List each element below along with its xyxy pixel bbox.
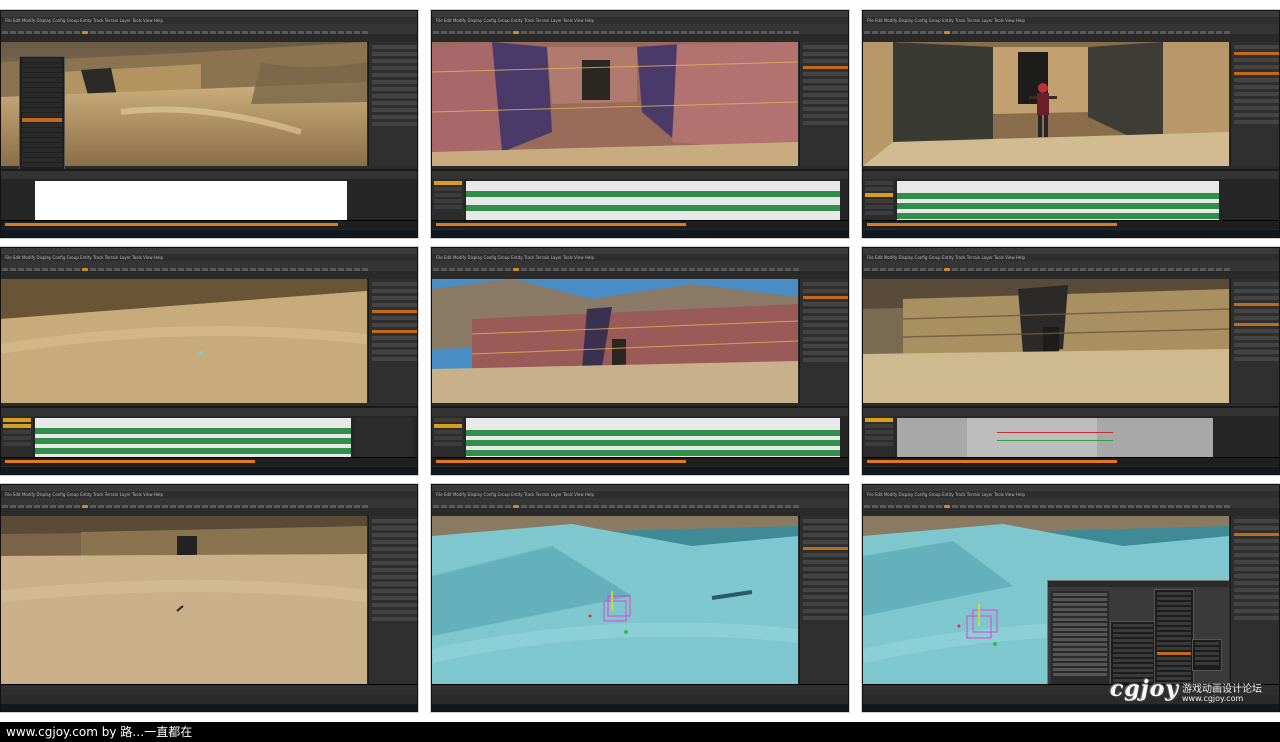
viewport-3d[interactable] (863, 516, 1229, 686)
scene-render (432, 42, 798, 166)
scene-render (863, 42, 1229, 166)
menu-bar[interactable]: File Edit Modify Display Config Group En… (432, 491, 848, 498)
status-bar (1, 684, 417, 695)
timeline-toolbar[interactable] (432, 408, 848, 416)
status-bar (863, 220, 1279, 229)
editor-panel-7: File Edit Modify Display Config Group En… (0, 484, 418, 712)
editor-panel-4: File Edit Modify Display Config Group En… (0, 247, 418, 475)
os-taskbar[interactable] (1, 230, 417, 237)
scene-render (432, 516, 798, 686)
track-band[interactable] (466, 450, 840, 456)
scene-render (1, 516, 367, 686)
viewport-3d[interactable] (432, 42, 798, 166)
os-taskbar[interactable] (863, 230, 1279, 237)
properties-panel[interactable] (1230, 42, 1279, 166)
menu-bar[interactable]: File Edit Modify Display Config Group En… (863, 254, 1279, 261)
menu-bar[interactable]: File Edit Modify Display Config Group En… (863, 17, 1279, 24)
submenu[interactable] (1154, 589, 1194, 686)
menu-bar[interactable]: File Edit Modify Display Config Group En… (432, 17, 848, 24)
menu-bar[interactable]: File Edit Modify Display Config Group En… (1, 254, 417, 261)
cgjoy-watermark: cgjoy 游戏动画设计论坛 www.cgjoy.com (1110, 676, 1280, 718)
properties-panel[interactable] (799, 516, 848, 686)
timeline-toolbar[interactable] (863, 408, 1279, 416)
submenu-nested[interactable] (1192, 639, 1222, 671)
os-taskbar[interactable] (432, 230, 848, 237)
properties-panel[interactable] (1230, 279, 1279, 403)
status-bar (1, 220, 417, 229)
track-band[interactable] (466, 430, 840, 436)
os-taskbar[interactable] (1, 704, 417, 711)
status-bar (432, 220, 848, 229)
menu-bar[interactable]: File Edit Modify Display Config Group En… (432, 254, 848, 261)
timeline-toolbar[interactable] (1, 408, 417, 416)
curve-line[interactable] (997, 440, 1113, 441)
viewport-3d[interactable] (1, 279, 367, 403)
properties-panel[interactable] (368, 516, 417, 686)
menu-bar[interactable]: File Edit Modify Display Config Group En… (863, 491, 1279, 498)
track-band[interactable] (897, 193, 1219, 199)
watermark-logo: cgjoy (1110, 676, 1180, 702)
editor-panel-1: File Edit Modify Display Config Group En… (0, 10, 418, 238)
watermark-url: www.cgjoy.com (1182, 694, 1244, 703)
timeline-toolbar[interactable] (863, 171, 1279, 179)
os-taskbar[interactable] (1, 467, 417, 474)
object-tree[interactable] (1051, 591, 1109, 686)
os-taskbar[interactable] (863, 467, 1279, 474)
track-band[interactable] (897, 203, 1219, 209)
os-taskbar[interactable] (432, 467, 848, 474)
status-bar (432, 457, 848, 466)
status-bar (432, 684, 848, 695)
track-band[interactable] (466, 205, 840, 211)
viewport-3d[interactable] (1, 516, 367, 686)
editor-panel-2: File Edit Modify Display Config Group En… (431, 10, 849, 238)
properties-panel[interactable] (368, 279, 417, 403)
timeline-toolbar[interactable] (1, 171, 417, 179)
track-band[interactable] (897, 213, 1219, 219)
track-band[interactable] (466, 191, 840, 197)
editor-panel-5: File Edit Modify Display Config Group En… (431, 247, 849, 475)
scene-render (1, 279, 367, 403)
curve-line[interactable] (997, 432, 1113, 433)
scene-render (863, 279, 1229, 403)
editor-panel-3: File Edit Modify Display Config Group En… (862, 10, 1280, 238)
properties-panel[interactable] (799, 42, 848, 166)
track-band[interactable] (466, 440, 840, 446)
os-taskbar[interactable] (432, 704, 848, 711)
viewport-3d[interactable] (432, 279, 798, 403)
viewport-3d[interactable] (432, 516, 798, 686)
credit-footer: www.cgjoy.com by 路…一直都在 (0, 722, 1280, 742)
menu-bar[interactable]: File Edit Modify Display Config Group En… (1, 17, 417, 24)
track-band[interactable] (35, 428, 351, 434)
menu-bar[interactable]: File Edit Modify Display Config Group En… (1, 491, 417, 498)
viewport-3d[interactable] (863, 42, 1229, 166)
properties-panel[interactable] (799, 279, 848, 403)
object-browser-dialog[interactable] (1047, 580, 1229, 686)
track-band[interactable] (35, 448, 351, 454)
properties-panel[interactable] (368, 42, 417, 166)
timeline-toolbar[interactable] (432, 171, 848, 179)
properties-panel[interactable] (1230, 516, 1279, 686)
viewport-3d[interactable] (863, 279, 1229, 403)
dialog-titlebar[interactable] (1048, 581, 1229, 587)
screenshot-grid: File Edit Modify Display Config Group En… (0, 0, 1280, 720)
watermark-caption: 游戏动画设计论坛 (1182, 684, 1262, 695)
status-bar (863, 457, 1279, 466)
editor-panel-6: File Edit Modify Display Config Group En… (862, 247, 1280, 475)
scene-render (432, 279, 798, 403)
track-band[interactable] (35, 438, 351, 444)
status-bar (1, 457, 417, 466)
context-menu[interactable] (19, 56, 65, 178)
credit-text: www.cgjoy.com by 路…一直都在 (6, 725, 193, 739)
editor-panel-8: File Edit Modify Display Config Group En… (431, 484, 849, 712)
